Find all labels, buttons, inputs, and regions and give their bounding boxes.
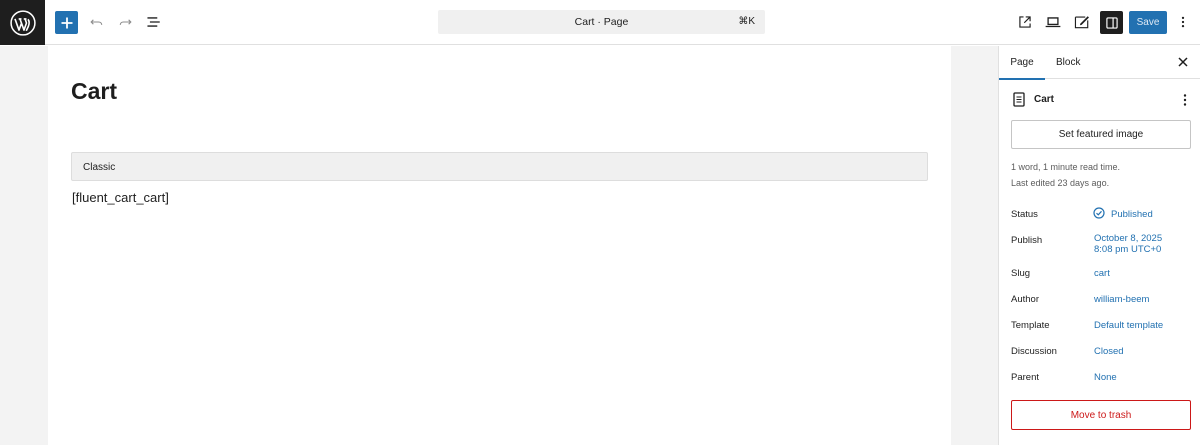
command-palette-bar[interactable]: Cart · Page ⌘K: [438, 10, 765, 34]
post-title[interactable]: Cart: [71, 78, 117, 105]
pencil-icon: [1074, 16, 1089, 29]
command-shortcut: ⌘K: [738, 16, 755, 27]
sidebar-icon: [1105, 16, 1118, 29]
plus-icon: [61, 17, 72, 28]
external-link-icon: [1019, 16, 1031, 28]
discussion-value[interactable]: Closed: [1094, 346, 1124, 357]
settings-sidebar: Page Block Cart Set featured image 1 wor…: [998, 46, 1200, 445]
tab-page[interactable]: Page: [999, 46, 1045, 80]
author-label: Author: [1011, 294, 1039, 305]
word-count-text: 1 word, 1 minute read time.: [1011, 162, 1121, 172]
template-value[interactable]: Default template: [1094, 320, 1163, 331]
desktop-icon: [1045, 17, 1061, 28]
slug-value[interactable]: cart: [1094, 268, 1110, 279]
undo-button[interactable]: [86, 11, 108, 33]
classic-block-toolbar[interactable]: Classic: [71, 152, 928, 181]
more-vertical-icon[interactable]: [1181, 92, 1189, 108]
move-to-trash-button[interactable]: Move to trash: [1011, 400, 1191, 430]
view-page-button[interactable]: [1014, 11, 1036, 33]
undo-icon: [90, 19, 103, 25]
shortcode-content[interactable]: [fluent_cart_cart]: [72, 190, 169, 205]
slug-label: Slug: [1011, 268, 1031, 279]
status-label: Status: [1011, 209, 1038, 220]
tab-block[interactable]: Block: [1056, 46, 1080, 79]
publish-label: Publish: [1011, 235, 1043, 246]
document-overview-button[interactable]: [143, 11, 165, 33]
last-edited-text: Last edited 23 days ago.: [1011, 178, 1110, 188]
device-preview-button[interactable]: [1042, 11, 1064, 33]
editor-toolbar: Cart · Page ⌘K Save: [0, 0, 1200, 45]
save-button[interactable]: Save: [1129, 11, 1167, 34]
close-icon[interactable]: [1176, 55, 1190, 69]
more-vertical-icon: [1181, 16, 1185, 28]
parent-value[interactable]: None: [1094, 372, 1117, 383]
status-value[interactable]: Published: [1111, 209, 1153, 220]
command-bar-title: Cart · Page: [574, 16, 629, 28]
add-block-button[interactable]: [55, 11, 78, 34]
template-label: Template: [1011, 320, 1050, 331]
discussion-label: Discussion: [1011, 346, 1057, 357]
wordpress-logo-icon[interactable]: [0, 0, 45, 45]
redo-icon: [119, 19, 132, 25]
wordpress-icon: [9, 9, 36, 36]
parent-label: Parent: [1011, 372, 1039, 383]
published-check-icon: [1093, 207, 1105, 219]
document-summary: Cart: [1011, 92, 1191, 108]
sidebar-tabs: Page Block: [999, 46, 1200, 80]
publish-date-value[interactable]: October 8, 2025 8:08 pm UTC+0: [1094, 233, 1162, 255]
redo-button[interactable]: [114, 11, 136, 33]
list-view-icon: [147, 17, 160, 27]
settings-toggle-button[interactable]: [1100, 11, 1123, 34]
options-menu-button[interactable]: [1173, 11, 1193, 33]
edit-mode-button[interactable]: [1071, 11, 1093, 33]
set-featured-image-button[interactable]: Set featured image: [1011, 120, 1191, 149]
editor-canvas[interactable]: Cart Classic [fluent_cart_cart]: [48, 46, 951, 445]
document-title: Cart: [1034, 94, 1055, 105]
page-icon: [1013, 92, 1025, 107]
author-value[interactable]: william-beem: [1094, 294, 1149, 305]
